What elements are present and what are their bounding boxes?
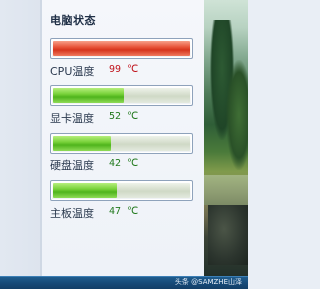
bar-fill: [53, 136, 111, 151]
desktop-wallpaper: [204, 0, 248, 276]
wallpaper-water: [204, 175, 248, 205]
bar-track: [53, 136, 190, 151]
bar-fill: [53, 88, 125, 103]
cpu-temp-value: 99 ℃: [109, 64, 139, 75]
cpu-temp-bar: [50, 38, 193, 59]
bar-track: [53, 183, 190, 198]
gpu-temp-value: 52 ℃: [109, 111, 139, 122]
bar-fill: [53, 183, 118, 198]
hdd-temp-label: 硬盘温度: [50, 159, 94, 172]
hdd-temp-value: 42 ℃: [109, 158, 139, 169]
cpu-temp-label: CPU温度: [50, 65, 95, 78]
watermark: 头条 @SAMZHE山泽: [174, 278, 242, 286]
wallpaper-rock: [208, 205, 248, 265]
desktop-edge: [0, 0, 42, 276]
motherboard-temp-bar: [50, 180, 193, 201]
motherboard-temp-label: 主板温度: [50, 207, 94, 220]
gpu-temp-label: 显卡温度: [50, 112, 94, 125]
bar-fill: [53, 41, 190, 56]
panel-title: 电脑状态: [50, 14, 96, 27]
gpu-temp-bar: [50, 85, 193, 106]
hdd-temp-bar: [50, 133, 193, 154]
motherboard-temp-value: 47 ℃: [109, 206, 139, 217]
bar-track: [53, 41, 190, 56]
bar-track: [53, 88, 190, 103]
wallpaper-tree: [226, 60, 248, 170]
